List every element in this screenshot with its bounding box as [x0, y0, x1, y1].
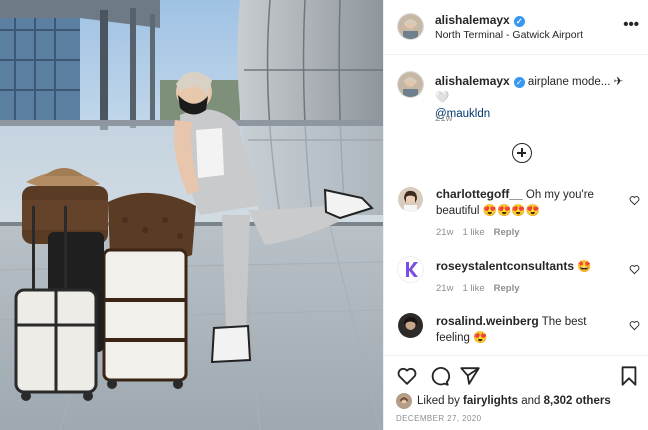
liker-username[interactable]: fairylights	[463, 395, 518, 407]
comment-likes[interactable]: 1 like	[462, 227, 484, 238]
comment-username[interactable]: roseystalentconsultants	[436, 259, 574, 273]
comment-time[interactable]: 21w	[436, 227, 453, 238]
caption-username[interactable]: alishalemayx	[435, 74, 510, 88]
commenter-avatar[interactable]	[398, 313, 423, 338]
post-side-panel: alishalemayx ✓ North Terminal - Gatwick A…	[383, 0, 648, 430]
post-location[interactable]: North Terminal - Gatwick Airport	[435, 29, 583, 41]
author-avatar[interactable]	[398, 14, 423, 39]
comment-text: roseystalentconsultants 🤩	[436, 258, 621, 275]
commenter-avatar[interactable]	[398, 257, 423, 282]
post-date[interactable]: DECEMBER 27, 2020	[396, 414, 482, 423]
airport-photo-illustration	[0, 0, 383, 430]
likes-count[interactable]: 8,302 others	[544, 395, 611, 407]
reply-button[interactable]: Reply	[494, 283, 520, 294]
verified-badge-icon: ✓	[513, 16, 525, 27]
author-username[interactable]: alishalemayx ✓	[435, 13, 525, 27]
add-comment-icon[interactable]	[512, 143, 532, 163]
comment-meta: 21w 1 like Reply	[436, 227, 529, 238]
author-username-text[interactable]: alishalemayx	[435, 13, 510, 27]
comment-like-heart-icon[interactable]	[629, 320, 640, 331]
liker-avatar	[396, 393, 412, 409]
post-header: alishalemayx ✓ North Terminal - Gatwick A…	[384, 0, 648, 55]
comment-body: 🤩	[577, 261, 592, 273]
caption-timestamp[interactable]: 21w	[435, 113, 452, 124]
comment-meta: 21w 1 like Reply	[436, 283, 529, 294]
heart-icon[interactable]	[396, 365, 418, 387]
share-icon[interactable]	[459, 365, 481, 387]
post-photo[interactable]	[0, 0, 383, 430]
caption-avatar[interactable]	[398, 72, 423, 97]
verified-badge-icon: ✓	[513, 77, 525, 88]
likes-prefix: Liked by	[417, 395, 460, 407]
post-actions-bar: Liked by fairylights and 8,302 others DE…	[384, 355, 648, 430]
caption-text: alishalemayx ✓ airplane mode... ✈🤍 @maukl…	[435, 73, 635, 122]
comment-text: charlottegoff__ Oh my you're beautiful 😍…	[436, 186, 621, 219]
commenter-avatar[interactable]	[398, 187, 423, 212]
bookmark-icon[interactable]	[618, 365, 640, 387]
comment-time[interactable]: 21w	[436, 283, 453, 294]
comment-text: rosalind.weinberg The best feeling 😍	[436, 313, 621, 346]
comment-like-heart-icon[interactable]	[629, 264, 640, 275]
likes-summary[interactable]: Liked by fairylights and 8,302 others	[396, 393, 611, 409]
reply-button[interactable]: Reply	[494, 227, 520, 238]
comment-icon[interactable]	[428, 365, 450, 387]
likes-joiner: and	[521, 395, 541, 407]
comment-likes[interactable]: 1 like	[462, 283, 484, 294]
comment-username[interactable]: rosalind.weinberg	[436, 314, 539, 328]
more-options-icon[interactable]: •••	[623, 17, 639, 32]
comment-username[interactable]: charlottegoff__	[436, 187, 523, 201]
comment-like-heart-icon[interactable]	[629, 195, 640, 206]
